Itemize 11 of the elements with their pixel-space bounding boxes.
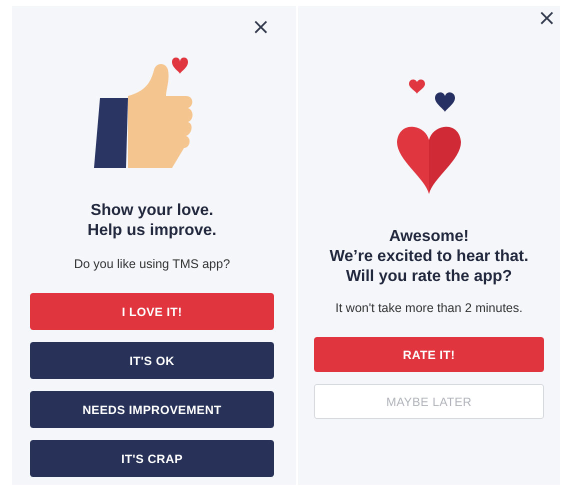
primary-button[interactable]: I LOVE IT! (30, 293, 274, 330)
option-button[interactable]: NEEDS IMPROVEMENT (30, 391, 274, 428)
close-button[interactable]: × (250, 17, 272, 39)
dialog-message: It won't take more than 2 minutes. (335, 301, 523, 315)
option-button[interactable]: IT'S OK (30, 342, 274, 379)
primary-button[interactable]: RATE IT! (314, 337, 544, 372)
option-button[interactable]: IT'S CRAP (30, 440, 274, 477)
dialog-title: Awesome! We’re excited to hear that. Will you rate the app? (330, 227, 528, 287)
dialog-title: Show your love. Help us improve. (88, 201, 216, 241)
close-button[interactable]: × (536, 8, 558, 30)
dialog-message: Do you like using TMS app? (74, 257, 230, 271)
